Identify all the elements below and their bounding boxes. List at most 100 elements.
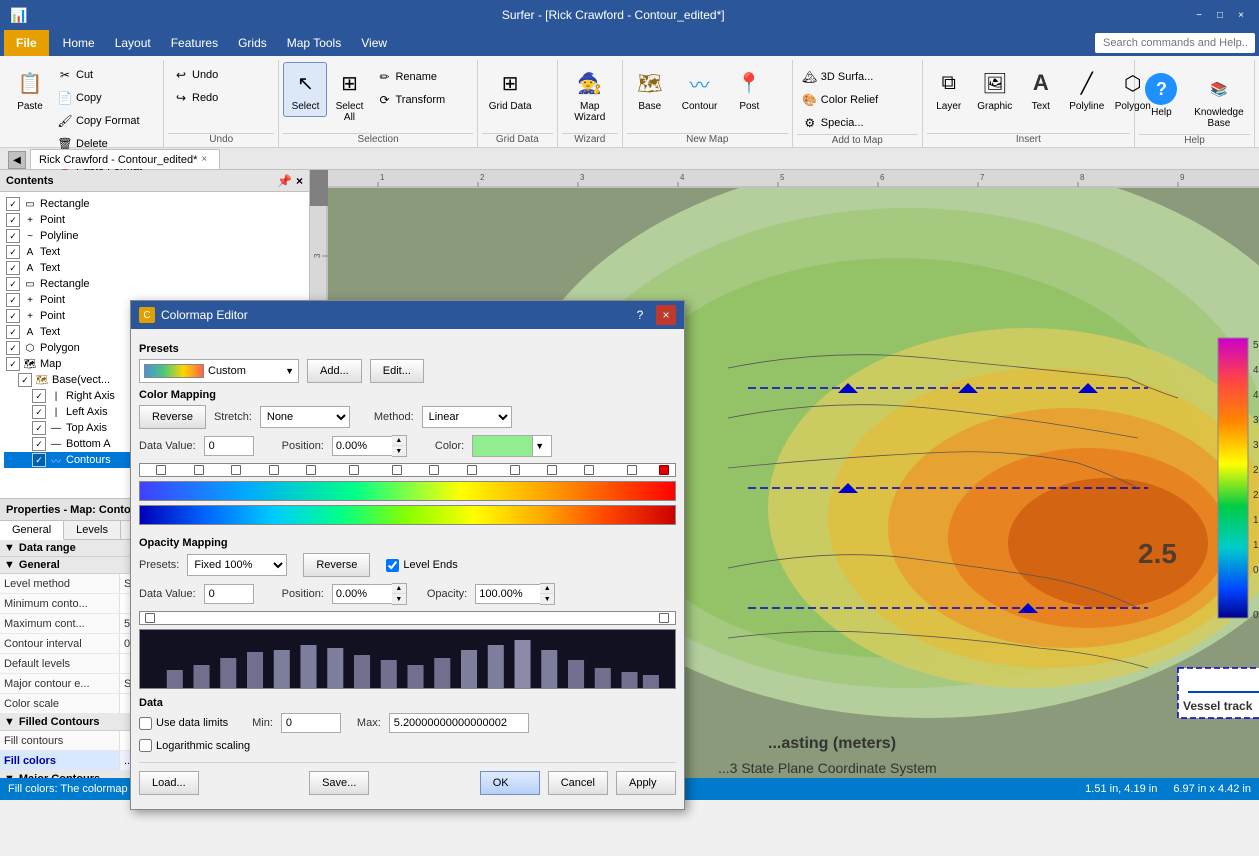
use-limits-checkbox[interactable]: Use data limits (139, 717, 228, 730)
level-ends-input[interactable] (386, 559, 399, 572)
knowledge-base-button[interactable]: 📚 Knowledge Base (1188, 68, 1250, 134)
color-node[interactable] (584, 465, 594, 475)
features-menu[interactable]: Features (161, 30, 228, 56)
tree-checkbox[interactable]: ✓ (6, 245, 20, 259)
tree-checkbox[interactable]: ✓ (32, 421, 46, 435)
tree-checkbox[interactable]: ✓ (6, 309, 20, 323)
tree-checkbox[interactable]: ✓ (6, 213, 20, 227)
tab-general[interactable]: General (0, 521, 64, 540)
tree-checkbox[interactable]: ✓ (32, 405, 46, 419)
use-limits-input[interactable] (139, 717, 152, 730)
file-menu[interactable]: File (4, 30, 49, 56)
op-position-down[interactable]: ▼ (392, 594, 406, 604)
op-data-input[interactable] (204, 584, 254, 604)
tree-checkbox[interactable]: ✓ (6, 325, 20, 339)
reverse-button[interactable]: Reverse (139, 405, 206, 429)
tree-checkbox[interactable]: ✓ (6, 293, 20, 307)
text-button[interactable]: A Text (1019, 62, 1063, 117)
opacity-node-end[interactable] (659, 613, 669, 623)
tree-item-point1[interactable]: ✓ + Point (4, 212, 305, 228)
document-tab[interactable]: Rick Crawford - Contour_edited* × (30, 149, 220, 169)
tree-checkbox[interactable]: ✓ (18, 373, 32, 387)
home-menu[interactable]: Home (53, 30, 105, 56)
method-select[interactable]: Linear Exact (422, 406, 512, 428)
color-node[interactable] (231, 465, 241, 475)
map-tools-menu[interactable]: Map Tools (277, 30, 351, 56)
tree-item-polyline[interactable]: ✓ ~ Polyline (4, 228, 305, 244)
level-ends-checkbox[interactable]: Level Ends (386, 559, 457, 572)
tab-levels[interactable]: Levels (64, 521, 121, 539)
layer-button[interactable]: ⧉ Layer (927, 62, 971, 117)
tree-checkbox[interactable]: ✓ (6, 357, 20, 371)
layout-menu[interactable]: Layout (105, 30, 161, 56)
specials-button[interactable]: ⚙ Specia... (797, 112, 927, 134)
max-input[interactable] (389, 713, 529, 733)
copy-button[interactable]: 📄 Copy (52, 87, 182, 109)
tree-item-rectangle1[interactable]: ✓ ▭ Rectangle (4, 196, 305, 212)
color-picker[interactable]: ▼ (472, 435, 552, 457)
color-node[interactable] (269, 465, 279, 475)
op-position-up[interactable]: ▲ (392, 584, 406, 594)
opacity-input[interactable] (475, 584, 540, 604)
view-menu[interactable]: View (351, 30, 397, 56)
cut-button[interactable]: ✂ Cut (52, 64, 182, 86)
position-up-arrow[interactable]: ▲ (392, 436, 406, 446)
minimize-button[interactable]: − (1191, 7, 1207, 23)
tree-checkbox[interactable]: ✓ (6, 197, 20, 211)
post-button[interactable]: 📍 Post (726, 62, 772, 117)
color-node[interactable] (547, 465, 557, 475)
tree-checkbox[interactable]: ✓ (32, 453, 46, 467)
select-button[interactable]: ↖ Select (283, 62, 327, 117)
color-control-track[interactable] (139, 463, 676, 477)
color-relief-button[interactable]: 🎨 Color Relief (797, 89, 927, 111)
min-input[interactable] (281, 713, 341, 733)
load-button[interactable]: Load... (139, 771, 199, 795)
color-node[interactable] (156, 465, 166, 475)
tree-item-rectangle2[interactable]: ✓ ▭ Rectangle (4, 276, 305, 292)
base-button[interactable]: 🗺 Base (627, 62, 673, 117)
colormap-editor-dialog[interactable]: C Colormap Editor ? × Presets Custom ▼ A… (130, 300, 685, 810)
grid-data-button[interactable]: ⊞ Grid Data (482, 62, 539, 117)
paste-button[interactable]: 📋 Paste (8, 62, 52, 117)
edit-button[interactable]: Edit... (370, 359, 424, 383)
maximize-button[interactable]: □ (1212, 7, 1228, 23)
tree-item-text1[interactable]: ✓ A Text (4, 244, 305, 260)
select-all-button[interactable]: ⊞ Select All (327, 62, 371, 128)
cancel-button[interactable]: Cancel (548, 771, 608, 795)
log-scale-input[interactable] (139, 739, 152, 752)
color-node[interactable] (194, 465, 204, 475)
data-value-input[interactable] (204, 436, 254, 456)
contour-button[interactable]: 〰 Contour (675, 62, 725, 117)
color-node[interactable] (467, 465, 477, 475)
color-node[interactable] (627, 465, 637, 475)
tree-checkbox[interactable]: ✓ (32, 437, 46, 451)
close-button[interactable]: × (1233, 7, 1249, 23)
opacity-presets-select[interactable]: Fixed 100% Linear (187, 554, 287, 576)
sidebar-close-icon[interactable]: × (296, 174, 303, 188)
map-wizard-button[interactable]: 🧙 Map Wizard (562, 62, 618, 128)
dialog-close-button[interactable]: × (656, 305, 676, 325)
tree-checkbox[interactable]: ✓ (32, 389, 46, 403)
color-node[interactable] (510, 465, 520, 475)
graphic-button[interactable]: 🖼 Graphic (973, 62, 1017, 117)
color-node[interactable] (349, 465, 359, 475)
search-input[interactable] (1095, 33, 1255, 53)
add-button[interactable]: Add... (307, 359, 362, 383)
expand-icon[interactable]: ▼ (4, 559, 15, 571)
help-button[interactable]: ? Help (1139, 68, 1184, 123)
log-scale-checkbox[interactable]: Logarithmic scaling (139, 739, 250, 752)
save-button[interactable]: Save... (309, 771, 369, 795)
color-node[interactable] (306, 465, 316, 475)
expand-icon[interactable]: ▼ (4, 716, 15, 728)
tab-close-button[interactable]: × (201, 154, 207, 165)
opacity-down[interactable]: ▼ (540, 594, 554, 604)
tree-item-text2[interactable]: ✓ A Text (4, 260, 305, 276)
expand-icon[interactable]: ▼ (4, 773, 15, 778)
preset-selector[interactable]: Custom ▼ (139, 359, 299, 383)
sidebar-pin-icon[interactable]: 📌 (277, 174, 292, 188)
nav-left-button[interactable]: ◀ (8, 151, 26, 169)
position-input[interactable] (332, 436, 392, 456)
opacity-reverse-button[interactable]: Reverse (303, 553, 370, 577)
opacity-node-start[interactable] (145, 613, 155, 623)
polyline-button[interactable]: ╱ Polyline (1065, 62, 1109, 117)
